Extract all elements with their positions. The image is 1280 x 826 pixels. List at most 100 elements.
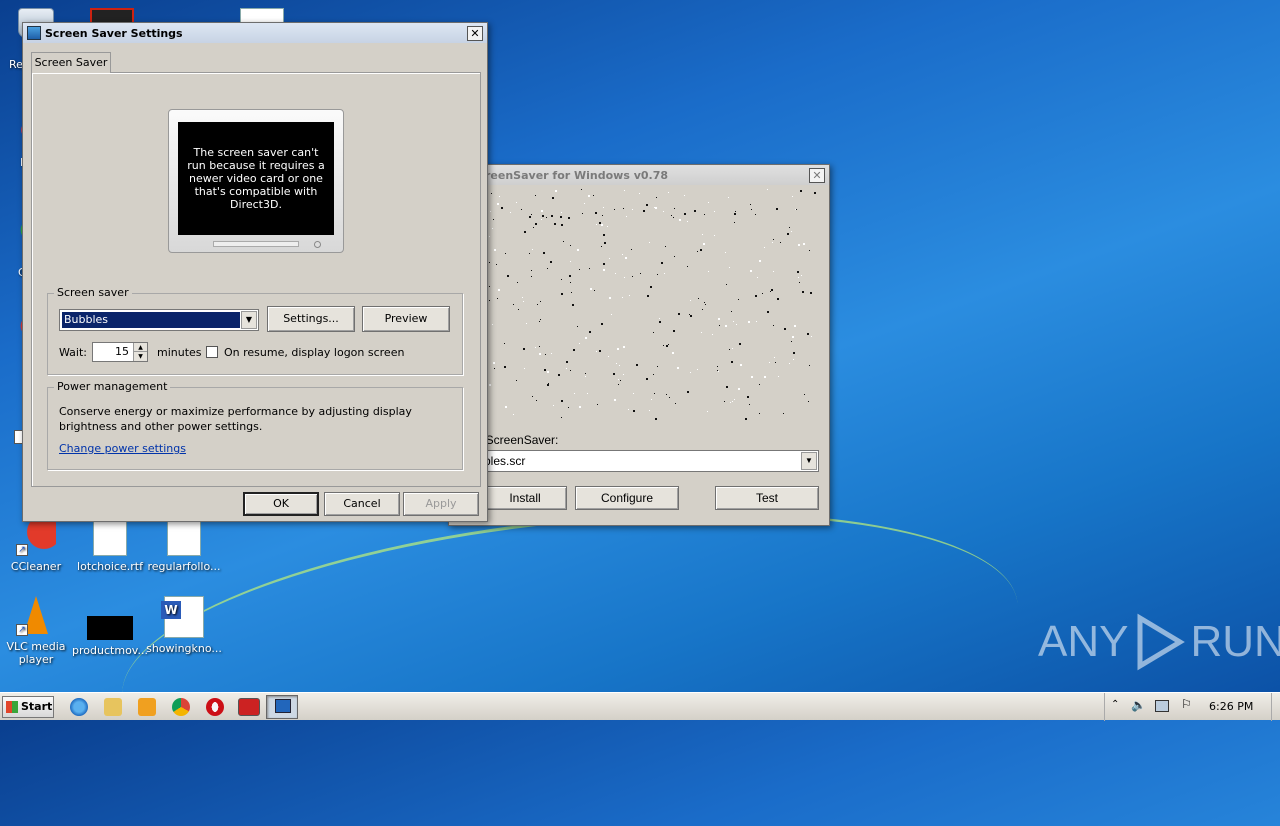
chevron-down-icon[interactable]: ▼ bbox=[241, 311, 257, 329]
word-document-icon: W bbox=[161, 596, 204, 638]
bubble-speck bbox=[624, 190, 625, 191]
internet-explorer-icon[interactable] bbox=[70, 698, 88, 716]
bubble-speck bbox=[603, 263, 605, 265]
show-hidden-icons-icon[interactable]: ⌃ bbox=[1111, 699, 1119, 710]
bubble-speck bbox=[501, 207, 503, 209]
network-icon[interactable] bbox=[1155, 700, 1169, 712]
stepper-down-icon[interactable]: ▼ bbox=[133, 352, 147, 361]
bubble-speck bbox=[625, 257, 627, 259]
preview-button[interactable]: Preview bbox=[362, 306, 450, 332]
bubble-speck bbox=[653, 374, 654, 375]
bubble-speck bbox=[535, 223, 537, 225]
bubble-speck bbox=[573, 349, 575, 351]
screen-saver-settings-dialog: Screen Saver Settings ✕ Screen Saver The… bbox=[22, 22, 488, 522]
bubble-speck bbox=[724, 401, 725, 402]
bubble-speck bbox=[659, 318, 660, 319]
bubble-speck bbox=[535, 347, 536, 348]
bubble-speck bbox=[650, 286, 652, 288]
bubble-speck bbox=[619, 365, 620, 366]
bubble-speck bbox=[570, 261, 571, 262]
bubble-speck bbox=[579, 406, 581, 408]
desktop-icon-vlc[interactable]: ↗ VLC media player bbox=[0, 596, 74, 666]
desktop-icon-ccleaner[interactable]: ↗ CCleaner bbox=[0, 516, 74, 573]
close-icon[interactable]: ✕ bbox=[809, 167, 825, 183]
bubble-speck bbox=[582, 213, 583, 214]
recycle-bin-label: Re bbox=[9, 58, 23, 71]
bubble-speck bbox=[577, 249, 579, 251]
bubble-speck bbox=[750, 204, 751, 205]
desktop-icon-productmov[interactable]: productmov... bbox=[72, 596, 148, 657]
bubble-speck bbox=[542, 215, 544, 217]
wait-minutes-stepper[interactable]: 15 ▲ ▼ bbox=[92, 342, 148, 362]
bubble-speck bbox=[547, 268, 548, 269]
cancel-button[interactable]: Cancel bbox=[324, 492, 400, 516]
media-player-icon[interactable] bbox=[138, 698, 156, 716]
configure-button[interactable]: Configure bbox=[575, 486, 679, 510]
bubble-speck bbox=[729, 267, 730, 268]
test-button[interactable]: Test bbox=[715, 486, 819, 510]
volume-icon[interactable]: 🔈 bbox=[1131, 698, 1146, 712]
bubble-speck bbox=[698, 298, 699, 299]
bubble-speck bbox=[585, 376, 586, 377]
bubble-speck bbox=[601, 246, 602, 247]
running-app-icon[interactable] bbox=[238, 698, 260, 716]
bubble-speck bbox=[547, 371, 549, 373]
bubble-speck bbox=[811, 336, 812, 337]
show-desktop-button[interactable] bbox=[1271, 693, 1280, 721]
tab-screen-saver[interactable]: Screen Saver bbox=[31, 52, 111, 73]
dialog-titlebar[interactable]: Screen Saver Settings ✕ bbox=[23, 23, 487, 43]
bubble-speck bbox=[672, 352, 674, 354]
file-explorer-icon[interactable] bbox=[104, 698, 122, 716]
watermark-left: ANY bbox=[1038, 617, 1129, 666]
start-button[interactable]: Start bbox=[2, 696, 54, 718]
resume-checkbox[interactable] bbox=[206, 346, 218, 358]
bubble-speck bbox=[626, 216, 627, 217]
bubble-speck bbox=[734, 222, 735, 223]
bubble-speck bbox=[561, 224, 563, 226]
bubble-speck bbox=[810, 292, 812, 294]
bubble-speck bbox=[550, 261, 552, 263]
bubble-speck bbox=[505, 253, 506, 254]
bubble-speck bbox=[561, 293, 563, 295]
change-power-settings-link[interactable]: Change power settings bbox=[59, 442, 186, 455]
chrome-icon[interactable] bbox=[172, 698, 190, 716]
action-center-flag-icon[interactable]: ⚐ bbox=[1181, 697, 1192, 711]
settings-button[interactable]: Settings... bbox=[267, 306, 355, 332]
bubble-speck bbox=[697, 369, 698, 370]
screensaver-taskbar-button[interactable] bbox=[266, 695, 298, 719]
clock[interactable]: 6:26 PM bbox=[1209, 700, 1253, 713]
bubble-speck bbox=[791, 231, 792, 232]
installer-title: reenSaver for Windows v0.78 bbox=[485, 168, 669, 182]
bubble-speck bbox=[661, 262, 663, 264]
bubble-speck bbox=[718, 318, 720, 320]
screensaver-group-title: Screen saver bbox=[54, 286, 132, 299]
installer-titlebar[interactable]: reenSaver for Windows v0.78 ✕ bbox=[449, 165, 829, 185]
monitor-base bbox=[213, 241, 299, 247]
ok-button[interactable]: OK bbox=[243, 492, 319, 516]
stepper-up-icon[interactable]: ▲ bbox=[133, 343, 147, 352]
close-icon[interactable]: ✕ bbox=[467, 25, 483, 41]
screensaver-select[interactable]: Bubbles ▼ bbox=[59, 309, 259, 331]
opera-icon[interactable] bbox=[206, 698, 224, 716]
bubble-speck bbox=[570, 370, 571, 371]
bubble-speck bbox=[798, 244, 800, 246]
desktop-icon-showingkno[interactable]: W showingkno... bbox=[146, 596, 222, 655]
resume-checkbox-label[interactable]: On resume, display logon screen bbox=[224, 346, 404, 359]
screensaver-file-select[interactable]: bles.scr ▼ bbox=[479, 450, 819, 472]
apply-button[interactable]: Apply bbox=[403, 492, 479, 516]
desktop-icon-regularfollo[interactable]: regularfollo... bbox=[146, 516, 222, 573]
chevron-down-icon[interactable]: ▼ bbox=[801, 452, 817, 470]
bubble-speck bbox=[560, 216, 562, 218]
bubble-speck bbox=[708, 271, 709, 272]
bubble-speck bbox=[740, 364, 742, 366]
desktop-icon-lotchoice[interactable]: lotchoice.rtf bbox=[72, 516, 148, 573]
bubble-speck bbox=[614, 399, 616, 401]
bubble-speck bbox=[563, 241, 564, 242]
bubble-speck bbox=[684, 213, 686, 215]
bubble-speck bbox=[524, 368, 525, 369]
bubble-speck bbox=[793, 359, 794, 360]
bubble-speck bbox=[516, 202, 517, 203]
bubble-speck bbox=[783, 413, 784, 414]
bubble-speck bbox=[773, 239, 774, 240]
install-button[interactable]: Install bbox=[483, 486, 567, 510]
